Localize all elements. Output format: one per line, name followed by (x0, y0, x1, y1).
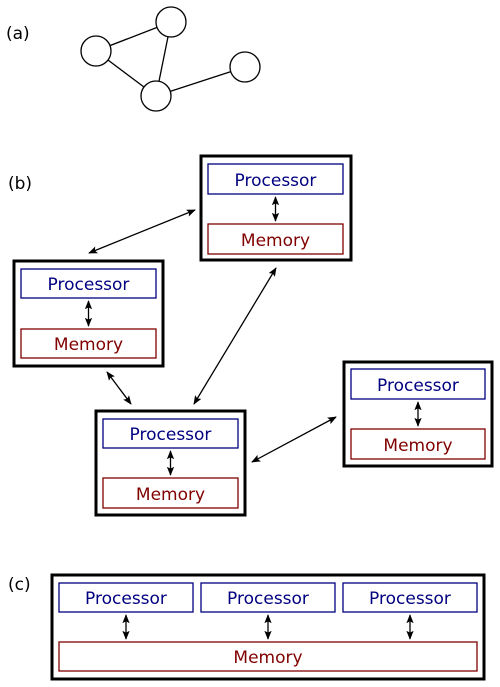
graph-node-4 (229, 51, 261, 83)
label-a: (a) (6, 24, 30, 44)
memory-label: Memory (54, 335, 123, 355)
processor-label: Processor (377, 376, 459, 396)
shared-memory-system: Processor Processor Processor Memory (50, 573, 486, 681)
memory-label: Memory (241, 231, 310, 251)
graph-a (80, 6, 261, 112)
node-b-top: Processor Memory (199, 154, 353, 262)
processor-label-1: Processor (85, 589, 167, 609)
memory-label: Memory (383, 436, 452, 456)
link-left-center (106, 371, 132, 405)
graph-node-1 (80, 35, 112, 67)
link-center-right (251, 416, 337, 463)
processor-label: Processor (130, 425, 212, 445)
graph-node-3 (140, 80, 172, 112)
diagram-canvas: (a) (b) Processor Memory Processor Memor… (6, 6, 494, 681)
link-top-center (193, 267, 277, 405)
processor-label-3: Processor (369, 589, 451, 609)
label-b: (b) (8, 174, 32, 194)
node-b-left: Processor Memory (12, 259, 165, 368)
graph-node-2 (155, 6, 187, 38)
processor-label: Processor (48, 275, 130, 295)
shared-memory-label: Memory (233, 648, 302, 668)
node-b-center: Processor Memory (94, 409, 247, 517)
link-left-top (88, 209, 196, 254)
memory-label: Memory (136, 485, 205, 505)
label-c: (c) (8, 575, 31, 595)
processor-label-2: Processor (227, 589, 309, 609)
processor-label: Processor (235, 171, 317, 191)
node-b-right: Processor Memory (342, 360, 494, 468)
